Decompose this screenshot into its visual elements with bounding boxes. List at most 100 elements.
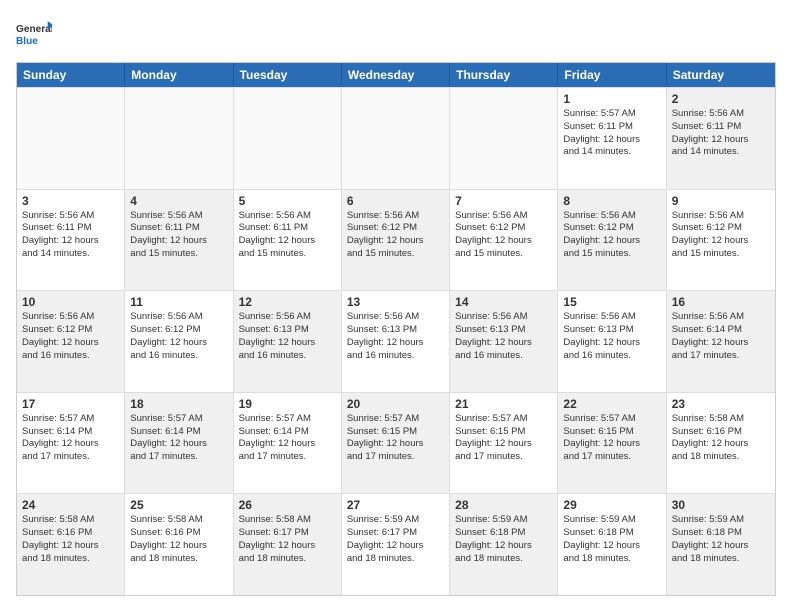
header: General Blue: [16, 16, 776, 52]
day-info: Sunrise: 5:56 AM Sunset: 6:12 PM Dayligh…: [672, 210, 770, 261]
day-info: Sunrise: 5:57 AM Sunset: 6:14 PM Dayligh…: [239, 413, 336, 464]
weekday-header: Friday: [558, 63, 666, 87]
day-info: Sunrise: 5:56 AM Sunset: 6:11 PM Dayligh…: [239, 210, 336, 261]
day-number: 24: [22, 498, 119, 512]
calendar-day-cell: 3 Sunrise: 5:56 AM Sunset: 6:11 PM Daylig…: [17, 190, 125, 291]
day-info: Sunrise: 5:57 AM Sunset: 6:15 PM Dayligh…: [347, 413, 444, 464]
weekday-header: Tuesday: [234, 63, 342, 87]
svg-text:Blue: Blue: [16, 36, 38, 47]
weekday-header: Monday: [125, 63, 233, 87]
empty-cell: [342, 88, 450, 189]
day-info: Sunrise: 5:58 AM Sunset: 6:16 PM Dayligh…: [130, 514, 227, 565]
day-info: Sunrise: 5:56 AM Sunset: 6:12 PM Dayligh…: [130, 311, 227, 362]
weekday-header: Thursday: [450, 63, 558, 87]
day-info: Sunrise: 5:56 AM Sunset: 6:11 PM Dayligh…: [130, 210, 227, 261]
calendar-day-cell: 30 Sunrise: 5:59 AM Sunset: 6:18 PM Dayli…: [667, 494, 775, 595]
calendar-day-cell: 26 Sunrise: 5:58 AM Sunset: 6:17 PM Dayli…: [234, 494, 342, 595]
day-number: 9: [672, 194, 770, 208]
day-number: 26: [239, 498, 336, 512]
logo: General Blue: [16, 16, 52, 52]
day-number: 4: [130, 194, 227, 208]
empty-cell: [17, 88, 125, 189]
day-info: Sunrise: 5:56 AM Sunset: 6:11 PM Dayligh…: [22, 210, 119, 261]
empty-cell: [450, 88, 558, 189]
day-number: 3: [22, 194, 119, 208]
day-info: Sunrise: 5:57 AM Sunset: 6:14 PM Dayligh…: [130, 413, 227, 464]
calendar-day-cell: 16 Sunrise: 5:56 AM Sunset: 6:14 PM Dayli…: [667, 291, 775, 392]
day-info: Sunrise: 5:57 AM Sunset: 6:14 PM Dayligh…: [22, 413, 119, 464]
calendar-day-cell: 12 Sunrise: 5:56 AM Sunset: 6:13 PM Dayli…: [234, 291, 342, 392]
empty-cell: [125, 88, 233, 189]
day-number: 21: [455, 397, 552, 411]
day-info: Sunrise: 5:58 AM Sunset: 6:16 PM Dayligh…: [22, 514, 119, 565]
calendar-day-cell: 29 Sunrise: 5:59 AM Sunset: 6:18 PM Dayli…: [558, 494, 666, 595]
day-info: Sunrise: 5:59 AM Sunset: 6:18 PM Dayligh…: [672, 514, 770, 565]
day-number: 28: [455, 498, 552, 512]
day-info: Sunrise: 5:56 AM Sunset: 6:13 PM Dayligh…: [239, 311, 336, 362]
calendar-day-cell: 27 Sunrise: 5:59 AM Sunset: 6:17 PM Dayli…: [342, 494, 450, 595]
day-info: Sunrise: 5:59 AM Sunset: 6:18 PM Dayligh…: [563, 514, 660, 565]
calendar-day-cell: 21Sunrise: 5:57 AM Sunset: 6:15 PM Dayli…: [450, 393, 558, 494]
day-number: 23: [672, 397, 770, 411]
day-number: 14: [455, 295, 552, 309]
calendar-header: SundayMondayTuesdayWednesdayThursdayFrid…: [17, 63, 775, 87]
day-number: 20: [347, 397, 444, 411]
calendar-day-cell: 4 Sunrise: 5:56 AM Sunset: 6:11 PM Daylig…: [125, 190, 233, 291]
day-info: Sunrise: 5:59 AM Sunset: 6:18 PM Dayligh…: [455, 514, 552, 565]
calendar-day-cell: 8 Sunrise: 5:56 AM Sunset: 6:12 PM Daylig…: [558, 190, 666, 291]
day-number: 8: [563, 194, 660, 208]
calendar-row: 1Sunrise: 5:57 AM Sunset: 6:11 PM Daylig…: [17, 87, 775, 189]
day-number: 5: [239, 194, 336, 208]
day-info: Sunrise: 5:58 AM Sunset: 6:17 PM Dayligh…: [239, 514, 336, 565]
day-number: 7: [455, 194, 552, 208]
weekday-header: Wednesday: [342, 63, 450, 87]
day-number: 25: [130, 498, 227, 512]
logo-svg: General Blue: [16, 16, 52, 52]
day-info: Sunrise: 5:56 AM Sunset: 6:12 PM Dayligh…: [563, 210, 660, 261]
calendar-body: 1Sunrise: 5:57 AM Sunset: 6:11 PM Daylig…: [17, 87, 775, 595]
day-info: Sunrise: 5:58 AM Sunset: 6:16 PM Dayligh…: [672, 413, 770, 464]
page: General Blue SundayMondayTuesdayWednesda…: [0, 0, 792, 612]
weekday-header: Sunday: [17, 63, 125, 87]
calendar-row: 10Sunrise: 5:56 AM Sunset: 6:12 PM Dayli…: [17, 290, 775, 392]
day-number: 22: [563, 397, 660, 411]
day-number: 16: [672, 295, 770, 309]
empty-cell: [234, 88, 342, 189]
calendar-day-cell: 25 Sunrise: 5:58 AM Sunset: 6:16 PM Dayli…: [125, 494, 233, 595]
day-number: 30: [672, 498, 770, 512]
calendar-day-cell: 1Sunrise: 5:57 AM Sunset: 6:11 PM Daylig…: [558, 88, 666, 189]
day-number: 19: [239, 397, 336, 411]
day-info: Sunrise: 5:56 AM Sunset: 6:14 PM Dayligh…: [672, 311, 770, 362]
day-info: Sunrise: 5:59 AM Sunset: 6:17 PM Dayligh…: [347, 514, 444, 565]
day-number: 2: [672, 92, 770, 106]
calendar-day-cell: 9 Sunrise: 5:56 AM Sunset: 6:12 PM Daylig…: [667, 190, 775, 291]
weekday-header: Saturday: [667, 63, 775, 87]
calendar-day-cell: 11Sunrise: 5:56 AM Sunset: 6:12 PM Dayli…: [125, 291, 233, 392]
day-number: 6: [347, 194, 444, 208]
day-number: 29: [563, 498, 660, 512]
calendar-day-cell: 14 Sunrise: 5:56 AM Sunset: 6:13 PM Dayli…: [450, 291, 558, 392]
day-info: Sunrise: 5:57 AM Sunset: 6:15 PM Dayligh…: [563, 413, 660, 464]
day-number: 1: [563, 92, 660, 106]
calendar-day-cell: 15 Sunrise: 5:56 AM Sunset: 6:13 PM Dayli…: [558, 291, 666, 392]
calendar-day-cell: 24 Sunrise: 5:58 AM Sunset: 6:16 PM Dayli…: [17, 494, 125, 595]
day-number: 17: [22, 397, 119, 411]
calendar-day-cell: 20 Sunrise: 5:57 AM Sunset: 6:15 PM Dayli…: [342, 393, 450, 494]
day-info: Sunrise: 5:56 AM Sunset: 6:11 PM Dayligh…: [672, 108, 770, 159]
day-info: Sunrise: 5:56 AM Sunset: 6:13 PM Dayligh…: [455, 311, 552, 362]
day-info: Sunrise: 5:56 AM Sunset: 6:12 PM Dayligh…: [455, 210, 552, 261]
calendar-row: 24 Sunrise: 5:58 AM Sunset: 6:16 PM Dayli…: [17, 493, 775, 595]
day-number: 12: [239, 295, 336, 309]
day-info: Sunrise: 5:56 AM Sunset: 6:13 PM Dayligh…: [563, 311, 660, 362]
calendar-day-cell: 19 Sunrise: 5:57 AM Sunset: 6:14 PM Dayli…: [234, 393, 342, 494]
calendar-day-cell: 22 Sunrise: 5:57 AM Sunset: 6:15 PM Dayli…: [558, 393, 666, 494]
day-number: 15: [563, 295, 660, 309]
calendar: SundayMondayTuesdayWednesdayThursdayFrid…: [16, 62, 776, 596]
calendar-day-cell: 28 Sunrise: 5:59 AM Sunset: 6:18 PM Dayli…: [450, 494, 558, 595]
calendar-day-cell: 17 Sunrise: 5:57 AM Sunset: 6:14 PM Dayli…: [17, 393, 125, 494]
day-info: Sunrise: 5:56 AM Sunset: 6:12 PM Dayligh…: [347, 210, 444, 261]
calendar-day-cell: 6 Sunrise: 5:56 AM Sunset: 6:12 PM Daylig…: [342, 190, 450, 291]
day-info: Sunrise: 5:56 AM Sunset: 6:12 PM Dayligh…: [22, 311, 119, 362]
calendar-day-cell: 5 Sunrise: 5:56 AM Sunset: 6:11 PM Daylig…: [234, 190, 342, 291]
day-number: 27: [347, 498, 444, 512]
